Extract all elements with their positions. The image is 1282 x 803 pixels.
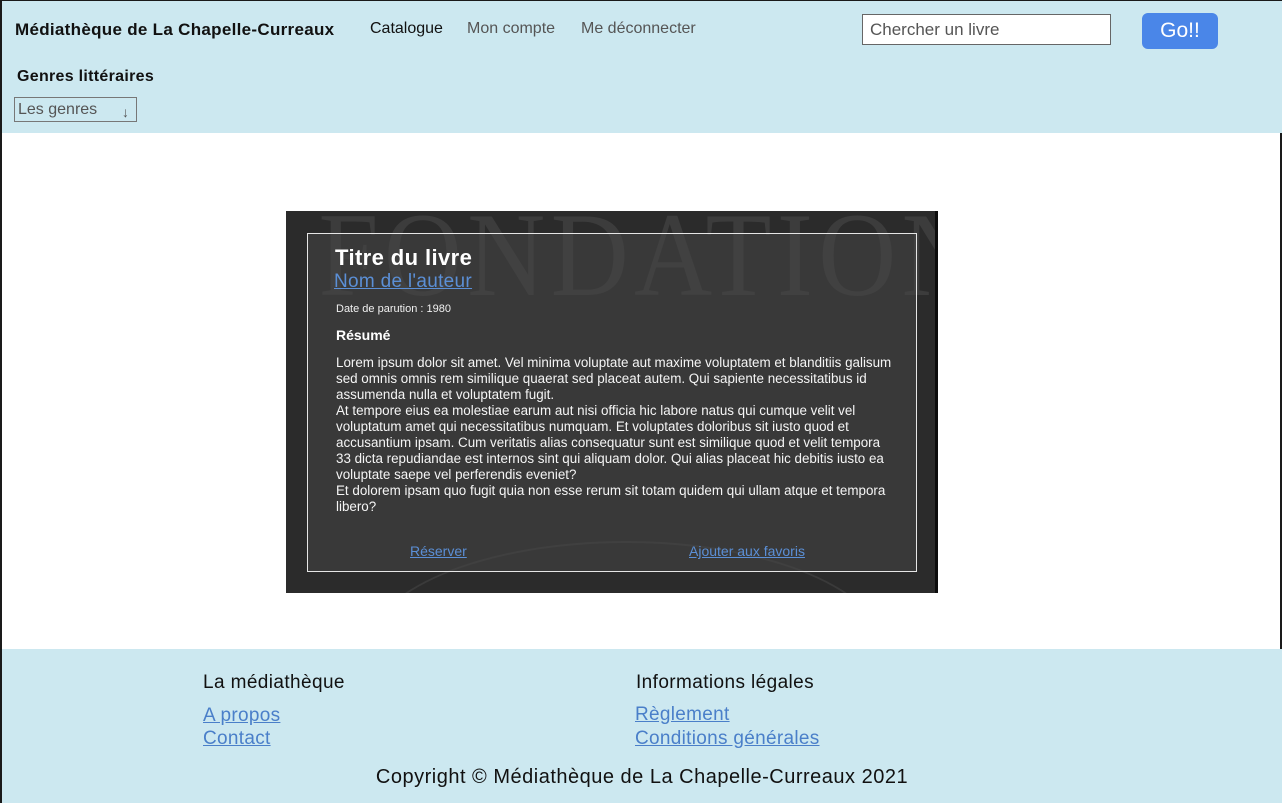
footer-link-rules[interactable]: Règlement [635,704,730,726]
arrow-down-icon: ↓ [122,103,129,120]
footer-link-contact[interactable]: Contact [203,728,271,750]
book-publication-date: Date de parution : 1980 [336,303,451,315]
book-card: FONDATION Titre du livre Nom de l'auteur… [286,211,938,593]
book-details-panel: Titre du livre Nom de l'auteur Date de p… [307,233,917,572]
summary-paragraph: Lorem ipsum dolor sit amet. Vel minima v… [336,355,892,402]
search-button[interactable]: Go!! [1142,13,1218,49]
footer-link-about[interactable]: A propos [203,705,280,727]
summary-paragraph: At tempore eius ea molestiae earum aut n… [336,403,884,482]
book-summary: Lorem ipsum dolor sit amet. Vel minima v… [336,355,896,515]
add-favorite-link[interactable]: Ajouter aux favoris [689,543,805,559]
search-input[interactable] [862,14,1111,45]
site-footer: La médiathèque A propos Contact Informat… [2,649,1282,803]
genres-title: Genres littéraires [17,68,155,85]
site-header: Médiathèque de La Chapelle-Curreaux Cata… [2,1,1282,133]
site-brand[interactable]: Médiathèque de La Chapelle-Curreaux [15,20,334,40]
genres-select[interactable]: Les genres ↓ [14,97,137,122]
book-title: Titre du livre [335,245,473,270]
reserve-link[interactable]: Réserver [410,543,467,559]
genres-select-value: Les genres [18,100,98,118]
book-author-link[interactable]: Nom de l'auteur [334,271,472,293]
copyright-text: Copyright © Médiathèque de La Chapelle-C… [375,766,909,788]
footer-heading-library: La médiathèque [203,672,345,693]
nav-logout[interactable]: Me déconnecter [581,20,696,38]
footer-link-terms[interactable]: Conditions générales [635,728,820,750]
summary-paragraph: Et dolorem ipsam quo fugit quia non esse… [336,483,886,514]
footer-heading-legal: Informations légales [636,672,815,693]
nav-catalogue[interactable]: Catalogue [370,20,443,38]
nav-account[interactable]: Mon compte [467,20,555,38]
summary-heading: Résumé [336,327,391,343]
